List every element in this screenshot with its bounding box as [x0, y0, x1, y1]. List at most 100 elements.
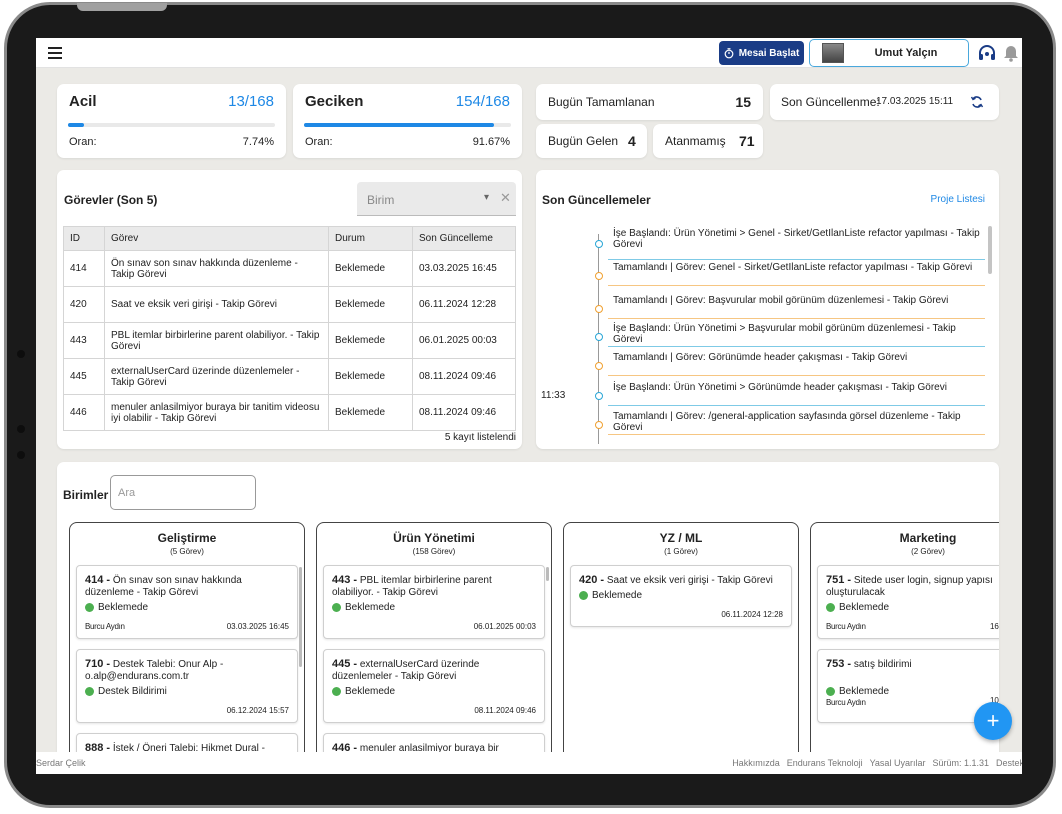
table-cell: 420: [63, 286, 105, 323]
kpi-percent: 7.74%: [242, 136, 274, 148]
footer-link[interactable]: Hakkımızda: [732, 758, 780, 768]
kpi-geciken-card[interactable]: Geciken 154/168 Oran: 91.67%: [293, 84, 522, 158]
kanban-card[interactable]: 445 - externalUserCard üzerinde düzenlem…: [323, 649, 545, 723]
kpi-acil-card[interactable]: Acil 13/168 Oran: 7.74%: [57, 84, 286, 158]
table-cell: Beklemede: [328, 322, 413, 359]
table-cell: 08.11.2024 09:46: [412, 358, 516, 395]
kanban-card-status: Beklemede: [332, 602, 395, 613]
table-cell: 06.11.2024 12:28: [412, 286, 516, 323]
add-fab-button[interactable]: +: [974, 702, 1012, 740]
kanban-card-status: Beklemede: [579, 590, 642, 601]
scrollbar[interactable]: [546, 567, 549, 581]
footer-link[interactable]: Endurans Teknoloji: [787, 758, 863, 768]
status-text: Beklemede: [98, 602, 149, 613]
refresh-icon[interactable]: [970, 95, 984, 109]
kanban-card-status: Destek Bildirimi: [85, 686, 167, 697]
timeline-dot-icon: [595, 362, 603, 370]
proje-listesi-link[interactable]: Proje Listesi: [931, 194, 985, 205]
bugun-gelen-card[interactable]: Bugün Gelen 4: [536, 124, 647, 158]
updates-list[interactable]: İşe Başlandı: Ürün Yönetimi > Genel - Si…: [536, 220, 999, 444]
kanban-column-title: Geliştirme: [157, 531, 217, 545]
tablet-notch: [77, 3, 167, 11]
status-dot-icon: [85, 687, 94, 696]
notification-bell-icon[interactable]: [1003, 44, 1019, 62]
birim-filter-placeholder: Birim: [367, 193, 395, 207]
app-footer: Serdar Çelik Hakkımızda Endurans Teknolo…: [36, 752, 1022, 774]
kanban-card[interactable]: 443 - PBL itemlar birbirlerine parent ol…: [323, 565, 545, 639]
kanban-card-title: 751 - Sitede user login, signup yapısı o…: [826, 574, 999, 599]
scrollbar[interactable]: [299, 567, 302, 667]
kanban-column: Ürün Yönetimi (158 Görev) 443 - PBL itemla…: [316, 522, 552, 762]
status-text: Destek Bildirimi: [98, 686, 167, 697]
kanban-card-id: 751 -: [826, 574, 852, 586]
support-headset-icon[interactable]: [977, 43, 997, 63]
kpi-progress-fill: [68, 123, 85, 127]
table-header[interactable]: Görev: [104, 226, 329, 251]
table-row[interactable]: 445 externalUserCard üzerinde düzenlemele…: [63, 358, 516, 395]
footer-link[interactable]: Destek: [996, 758, 1022, 768]
table-header[interactable]: Son Güncelleme: [412, 226, 516, 251]
kpi-count: 13/168: [228, 93, 274, 110]
kanban-card-date: 08.11.2024 09:46: [474, 706, 536, 715]
kanban-card[interactable]: 420 - Saat ve eksik veri girişi - Takip …: [570, 565, 792, 627]
kanban-card-text: Saat ve eksik veri girişi - Takip Görevi: [606, 575, 773, 586]
clear-filter-icon[interactable]: ✕: [500, 190, 511, 206]
birimler-panel: Birimler Ara Geliştirme (5 Görev) 414 - Ön…: [57, 462, 999, 762]
avatar: [822, 43, 844, 63]
kanban-card-id: 710 -: [85, 658, 111, 670]
timeline-dot-icon: [595, 305, 603, 313]
status-text: Beklemede: [839, 686, 890, 697]
side-button: [17, 425, 25, 433]
stat-datetime: 17.03.2025 15:11: [876, 96, 954, 107]
hamburger-menu-icon[interactable]: [48, 47, 62, 59]
kpi-oran-label: Oran:: [69, 136, 97, 148]
mesai-start-button[interactable]: Mesai Başlat: [719, 41, 804, 65]
birimler-label: Birimler: [63, 488, 109, 502]
side-button: [17, 350, 25, 358]
status-dot-icon: [826, 603, 835, 612]
status-text: Beklemede: [839, 602, 890, 613]
kanban-column: YZ / ML (1 Görev) 420 - Saat ve eksik veri…: [563, 522, 799, 762]
kanban-column-title: Marketing: [899, 531, 957, 545]
timeline-dot-icon: [595, 240, 603, 248]
kanban-card-title: 414 - Ön sınav son sınav hakkında düzenl…: [85, 574, 289, 599]
timeline-time: 11:33: [541, 390, 566, 401]
update-divider: [608, 285, 985, 286]
dropdown-arrow-icon[interactable]: ▾: [484, 192, 489, 203]
kpi-progress-bar: [68, 123, 275, 127]
kanban-card[interactable]: 753 - satış bildirimi Beklemede Burcu Aydı…: [817, 649, 999, 723]
stat-value: 71: [739, 133, 755, 149]
footer-link[interactable]: Yasal Uyarılar: [870, 758, 926, 768]
kanban-card[interactable]: 710 - Destek Talebi: Onur Alp - o.alp@en…: [76, 649, 298, 723]
atanmamis-card[interactable]: Atanmamış 71: [653, 124, 763, 158]
status-text: Beklemede: [592, 590, 643, 601]
footer-version: Sürüm: 1.1.31: [932, 758, 989, 768]
kanban-card[interactable]: 414 - Ön sınav son sınav hakkında düzenl…: [76, 565, 298, 639]
update-text: İşe Başlandı: Ürün Yönetimi > Genel - Si…: [613, 228, 980, 250]
tasks-footer-count: 5 kayıt listelendi: [444, 432, 516, 443]
table-row[interactable]: 446 menuler anlasilmiyor buraya bir tanit…: [63, 394, 516, 431]
scrollbar[interactable]: [988, 226, 992, 274]
kpi-percent: 91.67%: [472, 136, 510, 148]
kanban-card[interactable]: 751 - Sitede user login, signup yapısı o…: [817, 565, 999, 639]
stat-label: Son Güncellenme:: [781, 95, 880, 109]
table-row[interactable]: 443 PBL itemlar birbirlerine parent olabi…: [63, 322, 516, 359]
table-header[interactable]: Durum: [328, 226, 413, 251]
table-header[interactable]: ID: [63, 226, 105, 251]
table-row[interactable]: 414 Ön sınav son sınav hakkında düzenleme…: [63, 250, 516, 287]
user-profile-button[interactable]: Umut Yalçın: [809, 39, 969, 67]
birim-search-input[interactable]: Ara: [110, 475, 256, 510]
tasks-panel-title: Görevler (Son 5): [64, 193, 158, 207]
birim-filter-select[interactable]: Birim ▾ ✕: [357, 182, 516, 216]
kanban-card-id: 414 -: [85, 574, 111, 586]
update-text: İşe Başlandı: Ürün Yönetimi > Görünümde …: [613, 382, 947, 393]
table-row[interactable]: 420 Saat ve eksik veri girişi - Takip Gör…: [63, 286, 516, 323]
bugun-tamamlanan-card[interactable]: Bugün Tamamlanan 15: [536, 84, 763, 120]
table-cell: 446: [63, 394, 105, 431]
table-cell: 08.11.2024 09:46: [412, 394, 516, 431]
timeline-dot-icon: [595, 392, 603, 400]
kanban-card-date: 06.11.2024 12:28: [721, 610, 783, 619]
kanban-card-date: 06.12.2024 15:57: [226, 706, 289, 715]
stat-label: Atanmamış: [665, 134, 726, 148]
table-cell: Beklemede: [328, 394, 413, 431]
